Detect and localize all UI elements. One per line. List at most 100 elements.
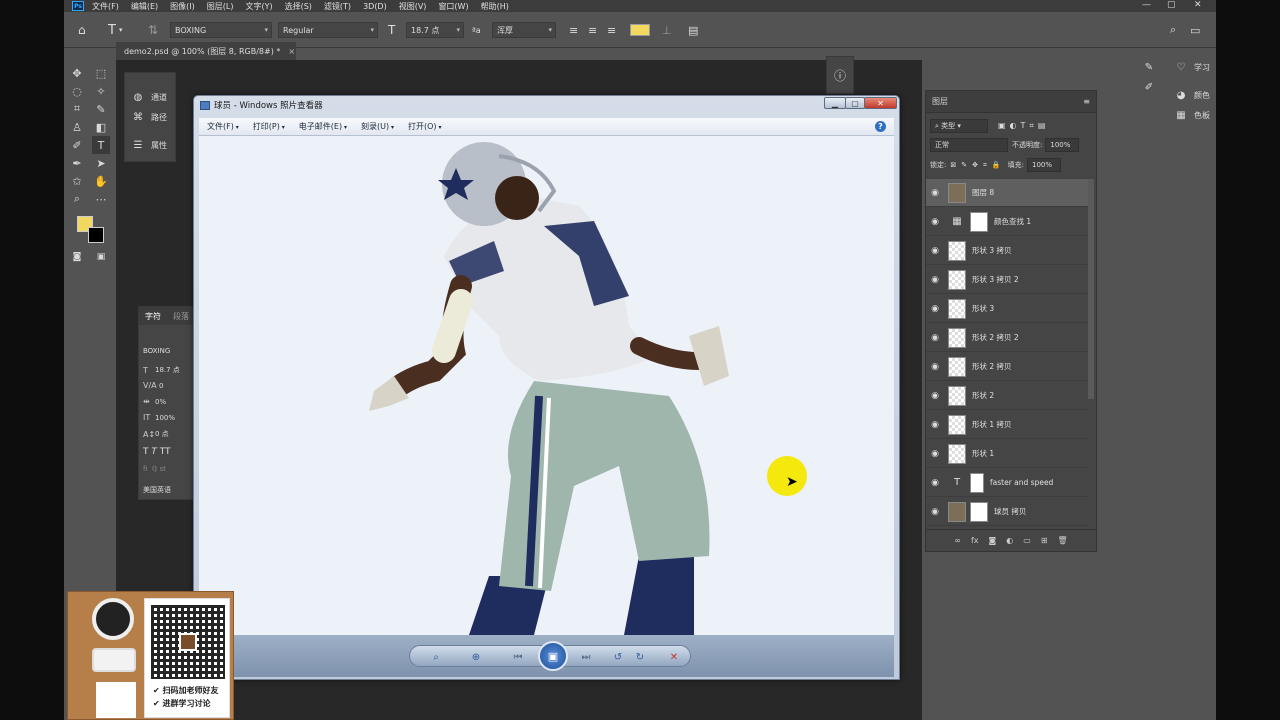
eye-icon[interactable]: ◉ — [926, 304, 944, 314]
type-tool-icon[interactable]: T ▾ — [108, 22, 122, 38]
eye-icon[interactable]: ◉ — [926, 449, 944, 459]
background-color[interactable] — [88, 227, 104, 243]
eye-icon[interactable]: ◉ — [926, 391, 944, 401]
previous-icon[interactable]: ⏮ — [510, 649, 526, 665]
stamp-tool-icon[interactable]: ♙ — [68, 118, 86, 136]
eye-icon[interactable]: ◉ — [926, 333, 944, 343]
menu-3d[interactable]: 3D(D) — [363, 2, 387, 11]
color-panel-button[interactable]: ◕ 颜色 — [1174, 90, 1210, 101]
menu-file[interactable]: 文件(F) — [92, 1, 119, 12]
rotate-left-icon[interactable]: ↺ — [610, 649, 626, 665]
brush-settings-icon[interactable]: ✎ — [1142, 62, 1162, 73]
layer-row[interactable]: ◉ 球员 拷贝 — [926, 498, 1088, 526]
char-baseline[interactable]: A↕ 0 点 — [143, 429, 169, 439]
quick-mask-icon[interactable]: ◙ — [68, 248, 86, 266]
pv-minimize-icon[interactable]: ▁ — [824, 97, 846, 109]
fill-field[interactable]: 100% — [1026, 158, 1061, 172]
align-right-icon[interactable]: ≡ — [607, 22, 616, 38]
layer-row[interactable]: ◉ 形状 3 拷贝 — [926, 237, 1088, 265]
layer-row[interactable]: ◉ 形状 3 拷贝 2 — [926, 266, 1088, 294]
pv-menu-burn[interactable]: 刻录(U) — [361, 121, 394, 132]
crop-tool-icon[interactable]: ⌗ — [68, 100, 86, 118]
pv-menu-file[interactable]: 文件(F) — [207, 121, 239, 132]
eraser-icon[interactable]: ◧ — [92, 118, 110, 136]
channels-panel-button[interactable]: ◍ 通道 — [131, 91, 167, 103]
text-tool-icon[interactable]: T — [92, 136, 110, 154]
search-icon[interactable]: ⌕ — [1170, 22, 1176, 38]
eye-icon[interactable]: ◉ — [926, 507, 944, 517]
layer-row[interactable]: ◉ 形状 1 拷贝 — [926, 411, 1088, 439]
fx-icon[interactable]: fx — [971, 536, 979, 545]
marquee-tool-icon[interactable]: ⬚ — [92, 64, 110, 82]
menu-select[interactable]: 选择(S) — [285, 1, 312, 12]
opentype-features[interactable]: fi ℚ st — [143, 465, 166, 473]
more-tools-icon[interactable]: ⋯ — [92, 190, 110, 208]
hand-tool-icon[interactable]: ✋ — [92, 172, 110, 190]
eye-icon[interactable]: ◉ — [926, 246, 944, 256]
panel-menu-icon[interactable]: ≡ — [1083, 97, 1090, 106]
layers-scrollbar[interactable] — [1088, 179, 1094, 399]
antialias-select[interactable]: 浑厚 ▾ — [492, 22, 556, 38]
font-size-field[interactable]: 18.7 点 ▾ — [406, 22, 464, 38]
layer-row[interactable]: ◉ 形状 3 — [926, 295, 1088, 323]
char-language[interactable]: 美国英语 — [143, 485, 171, 495]
menu-edit[interactable]: 编辑(E) — [131, 1, 158, 12]
tab-close-icon[interactable]: × — [288, 47, 295, 56]
lasso-tool-icon[interactable]: ◌ — [68, 82, 86, 100]
char-tracking[interactable]: ⇹ 0% — [143, 397, 166, 406]
delete-icon[interactable]: ✕ — [666, 649, 682, 665]
minimize-icon[interactable]: — — [1142, 0, 1151, 10]
menu-image[interactable]: 图像(I) — [170, 1, 195, 12]
layer-filter-icons[interactable]: ▣◐T⌗▤ — [998, 121, 1050, 131]
layer-row[interactable]: ◉ ▦ 颜色查找 1 — [926, 208, 1088, 236]
layer-filter-select[interactable]: ⌕ 类型 ▾ — [930, 119, 988, 133]
tab-character[interactable]: 字符 — [139, 311, 167, 322]
adjustment-icon[interactable]: ◐ — [1006, 536, 1013, 545]
eye-icon[interactable]: ◉ — [926, 362, 944, 372]
tab-paragraph[interactable]: 段落 — [167, 311, 195, 322]
new-group-icon[interactable]: ▭ — [1023, 536, 1031, 545]
learn-panel-button[interactable]: ♡ 学习 — [1174, 62, 1210, 73]
pv-maximize-icon[interactable]: ▢ — [845, 97, 865, 109]
close-icon[interactable]: ✕ — [1194, 0, 1202, 10]
warp-text-icon[interactable]: ⊥ — [662, 22, 672, 38]
info-icon[interactable]: ⓘ — [826, 56, 854, 94]
zoom-tool-icon[interactable]: ⌕ — [68, 190, 86, 208]
menu-help[interactable]: 帮助(H) — [481, 1, 509, 12]
pv-menu-print[interactable]: 打印(P) — [253, 121, 285, 132]
blend-mode-select[interactable]: 正常 — [930, 138, 1008, 152]
char-font-size[interactable]: T 18.7 点 — [143, 365, 180, 375]
quick-select-icon[interactable]: ✧ — [92, 82, 110, 100]
opacity-field[interactable]: 100% — [1045, 138, 1080, 152]
paths-panel-button[interactable]: ⌘ 路径 — [131, 111, 167, 123]
screen-mode-icon[interactable]: ▣ — [92, 248, 110, 266]
home-icon[interactable]: ⌂ — [78, 22, 86, 38]
move-tool-icon[interactable]: ✥ — [68, 64, 86, 82]
delete-layer-icon[interactable]: 🗑 — [1058, 536, 1068, 545]
menu-type[interactable]: 文字(Y) — [245, 1, 272, 12]
align-left-icon[interactable]: ≡ — [569, 22, 578, 38]
eye-icon[interactable]: ◉ — [926, 478, 944, 488]
menu-layer[interactable]: 图层(L) — [207, 1, 234, 12]
layer-row[interactable]: ◉ T faster and speed — [926, 469, 1088, 497]
next-icon[interactable]: ⏭ — [578, 649, 594, 665]
swatches-panel-button[interactable]: ▦ 色板 — [1174, 110, 1210, 121]
text-color-swatch[interactable] — [630, 24, 650, 36]
slideshow-button[interactable]: ▣ — [538, 641, 568, 671]
faux-styles[interactable]: T T TT — [143, 447, 171, 457]
actual-size-icon[interactable]: ⊕ — [468, 649, 484, 665]
brush-tool-icon[interactable]: ✐ — [68, 136, 86, 154]
add-mask-icon[interactable]: ◙ — [989, 536, 997, 545]
new-layer-icon[interactable]: ⊞ — [1041, 536, 1048, 545]
maximize-icon[interactable]: ▢ — [1167, 0, 1176, 10]
menu-window[interactable]: 窗口(W) — [438, 1, 468, 12]
pv-close-icon[interactable]: ✕ — [864, 97, 897, 109]
zoom-icon[interactable]: ⌕ — [428, 649, 444, 665]
document-tab[interactable]: demo2.psd @ 100% (图层 8, RGB/8#) * × — [116, 42, 296, 60]
brushes-icon[interactable]: ✐ — [1142, 82, 1162, 93]
eye-icon[interactable]: ◉ — [926, 188, 944, 198]
eye-icon[interactable]: ◉ — [926, 217, 944, 227]
eye-icon[interactable]: ◉ — [926, 275, 944, 285]
pv-menu-email[interactable]: 电子邮件(E) — [299, 121, 347, 132]
char-vertical-scale[interactable]: IT 100% — [143, 413, 175, 422]
